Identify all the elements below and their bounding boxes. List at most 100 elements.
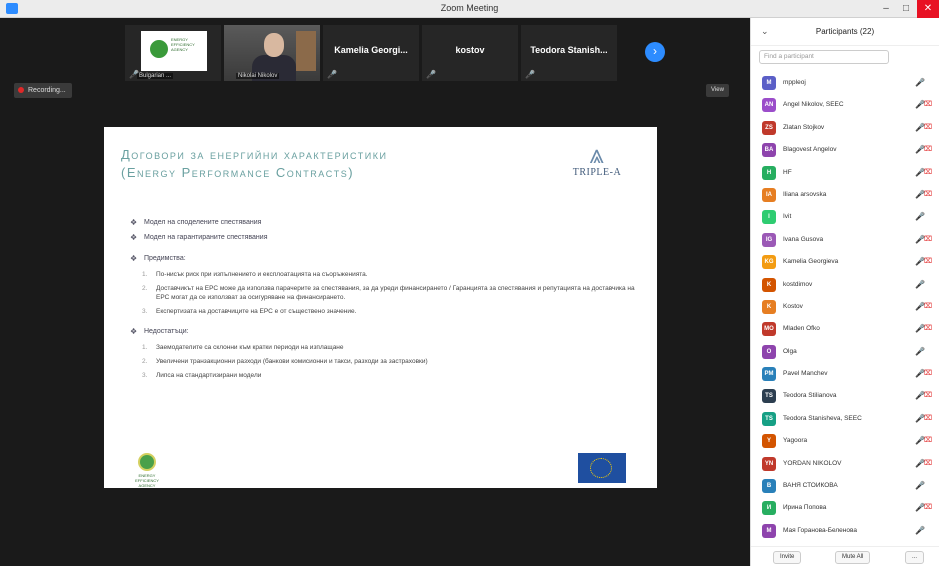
invite-button[interactable]: Invite: [773, 551, 802, 564]
recording-indicator[interactable]: Recording...: [14, 83, 72, 98]
video-off-icon[interactable]: ⌧: [924, 391, 932, 399]
list-item: 3. Липса на стандартизирани модели: [142, 372, 262, 379]
video-off-icon[interactable]: ⌧: [924, 168, 932, 176]
participant-row[interactable]: K Kostov 🎤 ⌧: [751, 296, 939, 318]
participant-row[interactable]: H HF 🎤 ⌧: [751, 162, 939, 184]
video-off-icon[interactable]: ⌧: [924, 414, 932, 422]
avatar: TS: [762, 389, 776, 404]
video-thumbnail-strip: ENERGY EFFICIENCY AGENCY 🎤 Bulgarian ...…: [125, 25, 617, 81]
avatar: Y: [762, 434, 776, 449]
mic-muted-icon[interactable]: 🎤: [915, 347, 925, 356]
participant-name: Pavel Manchev: [783, 370, 828, 378]
thumbnail-caption: Bulgarian ...: [137, 73, 174, 79]
participant-row[interactable]: PM Pavel Manchev 🎤 ⌧: [751, 363, 939, 385]
participant-name: Kamelia Georgi...: [334, 45, 408, 55]
video-off-icon[interactable]: ⌧: [924, 459, 932, 467]
avatar: AN: [762, 98, 776, 113]
list-item: 3. Експертизата на доставчиците на ЕРС е …: [142, 308, 357, 315]
participant-row[interactable]: KG Kamelia Georgieva 🎤 ⌧: [751, 251, 939, 273]
mic-muted-icon[interactable]: 🎤: [915, 280, 925, 289]
video-thumbnail-speaker[interactable]: Nikolai Nikolov: [224, 25, 320, 81]
video-off-icon[interactable]: ⌧: [924, 257, 932, 265]
participant-row[interactable]: MO Mladen Ofko 🎤 ⌧: [751, 318, 939, 340]
triple-a-name: TRIPLE-A: [572, 167, 622, 178]
shared-slide: Договори за енергийни характеристики (En…: [104, 127, 657, 488]
participant-name: kostdimov: [783, 280, 813, 288]
video-off-icon[interactable]: ⌧: [924, 503, 932, 511]
participant-row[interactable]: BA Blagovest Angelov 🎤 ⌧: [751, 139, 939, 161]
participant-row[interactable]: IG Ivana Gusova 🎤 ⌧: [751, 229, 939, 251]
video-thumbnail-logo[interactable]: ENERGY EFFICIENCY AGENCY 🎤 Bulgarian ...: [125, 25, 221, 81]
video-thumbnail-kamelia[interactable]: Kamelia Georgi... 🎤: [323, 25, 419, 81]
more-button[interactable]: ...: [905, 551, 925, 564]
avatar: B: [762, 479, 776, 494]
participant-row[interactable]: O Olga 🎤: [751, 341, 939, 363]
list-item: 1. По-нисък риск при изпълнението и експл…: [142, 271, 368, 278]
participant-row[interactable]: IA Iliana arsovska 🎤 ⌧: [751, 184, 939, 206]
participant-row[interactable]: B ВАНЯ СТОЙКОВА 🎤: [751, 475, 939, 497]
participant-row[interactable]: Y Yagoora 🎤 ⌧: [751, 430, 939, 452]
video-thumbnail-teodora[interactable]: Teodora Stanish... 🎤: [521, 25, 617, 81]
list-item: 1. Заемодателите са склонни към кратки пе…: [142, 344, 344, 351]
participant-name: Teodora Stilianova: [783, 392, 837, 400]
video-off-icon[interactable]: ⌧: [924, 145, 932, 153]
mic-muted-icon[interactable]: 🎤: [915, 526, 925, 535]
video-off-icon[interactable]: ⌧: [924, 302, 932, 310]
participant-name: Ирина Попова: [783, 504, 827, 512]
video-off-icon[interactable]: ⌧: [924, 100, 932, 108]
participant-row[interactable]: Kkostdimov 🎤: [751, 274, 939, 296]
participant-name: HF: [783, 168, 792, 176]
participant-row[interactable]: TS Teodora Stanisheva, SEEC 🎤 ⌧: [751, 408, 939, 430]
video-off-icon[interactable]: ⌧: [924, 123, 932, 131]
list-item: 2. Доставчикът на ЕРС може да използва па…: [142, 285, 635, 301]
participant-row[interactable]: I Ivit 🎤: [751, 206, 939, 228]
title-bar: Zoom Meeting – □ ✕: [0, 0, 939, 18]
close-button[interactable]: ✕: [917, 0, 939, 18]
panel-title: Participants (22): [815, 27, 875, 36]
participant-name: Mladen Ofko: [783, 325, 820, 333]
avatar: И: [762, 501, 776, 516]
meeting-area: ENERGY EFFICIENCY AGENCY 🎤 Bulgarian ...…: [0, 18, 750, 566]
video-off-icon[interactable]: ⌧: [924, 436, 932, 444]
mic-muted-icon[interactable]: 🎤: [915, 212, 925, 221]
participant-name: YORDAN NIKOLOV: [783, 459, 842, 467]
bullet-item: Модел на споделените спестявания: [130, 218, 640, 227]
participant-name: ВАНЯ СТОЙКОВА: [783, 482, 838, 490]
slide-bullets: Модел на споделените спестявания Модел н…: [130, 218, 640, 386]
participant-name: Iliana arsovska: [783, 190, 827, 198]
participant-name: Angel Nikolov, SEEC: [783, 101, 844, 109]
video-off-icon[interactable]: ⌧: [924, 235, 932, 243]
thumbnail-caption: Nikolai Nikolov: [236, 73, 280, 79]
view-button[interactable]: View: [706, 84, 729, 97]
video-off-icon[interactable]: ⌧: [924, 190, 932, 198]
video-off-icon[interactable]: ⌧: [924, 369, 932, 377]
participant-row[interactable]: AN Angel Nikolov, SEEC 🎤 ⌧: [751, 94, 939, 116]
participant-name: mppleoj: [783, 79, 806, 86]
participant-row[interactable]: Mmppleoj 🎤: [751, 72, 939, 94]
video-off-icon[interactable]: ⌧: [924, 324, 932, 332]
participant-row[interactable]: YN YORDAN NIKOLOV 🎤 ⌧: [751, 453, 939, 475]
mic-icon[interactable]: 🎤: [915, 78, 925, 87]
mute-all-button[interactable]: Mute All: [835, 551, 871, 564]
disadvantages-list: 1. Заемодателите са склонни към кратки пе…: [130, 343, 640, 380]
participant-row[interactable]: TS Teodora Stilianova 🎤 ⌧: [751, 385, 939, 407]
mic-muted-icon[interactable]: 🎤: [915, 481, 925, 490]
participant-search-input[interactable]: Find a participant: [759, 50, 889, 64]
minimize-button[interactable]: –: [876, 0, 896, 18]
video-thumbnail-kostov[interactable]: kostov 🎤: [422, 25, 518, 81]
participant-name: Zlatan Stojkov: [783, 123, 825, 131]
triple-a-icon: ⩓: [589, 139, 605, 169]
participant-row[interactable]: M Мая Горанова-Беленова 🎤: [751, 520, 939, 542]
maximize-button[interactable]: □: [896, 0, 916, 18]
participants-panel: ⌄ Participants (22) Find a participant M…: [750, 18, 939, 566]
participant-name: Olga: [783, 347, 797, 355]
avatar: O: [762, 344, 776, 359]
participant-row[interactable]: И Ирина Попова 🎤 ⌧: [751, 497, 939, 519]
eu-flag-icon: [578, 453, 626, 483]
next-page-icon[interactable]: ›: [645, 42, 665, 62]
participant-name: Kostov: [783, 302, 803, 310]
avatar: IG: [762, 232, 776, 247]
avatar: IA: [762, 187, 776, 202]
participant-name: Kamelia Georgieva: [783, 258, 839, 266]
participant-row[interactable]: ZS Zlatan Stojkov 🎤 ⌧: [751, 117, 939, 139]
